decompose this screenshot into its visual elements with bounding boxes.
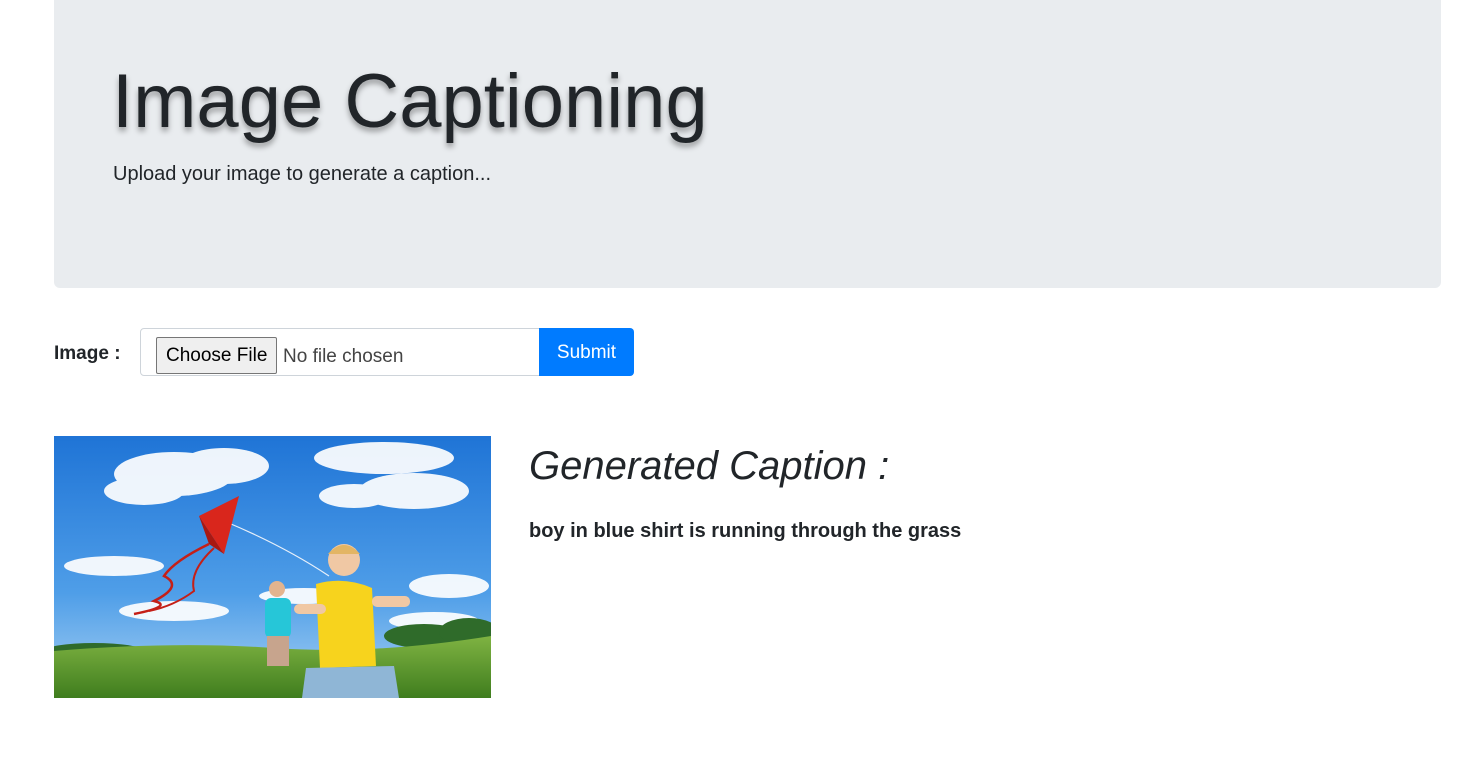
page: Image Captioning Upload your image to ge…: [0, 0, 1480, 778]
caption-heading: Generated Caption :: [529, 444, 890, 488]
page-title: Image Captioning: [112, 59, 708, 144]
page-subtitle: Upload your image to generate a caption.…: [113, 163, 492, 185]
uploaded-image: [54, 436, 491, 698]
image-field-label: Image :: [54, 343, 121, 364]
file-input[interactable]: Choose File No file chosen: [140, 328, 540, 376]
choose-file-button[interactable]: Choose File: [156, 337, 278, 374]
generated-caption: boy in blue shirt is running through the…: [529, 520, 962, 542]
header-banner: Image Captioning Upload your image to ge…: [54, 0, 1441, 288]
submit-button[interactable]: Submit: [539, 328, 634, 376]
file-status-text: No file chosen: [283, 346, 404, 367]
